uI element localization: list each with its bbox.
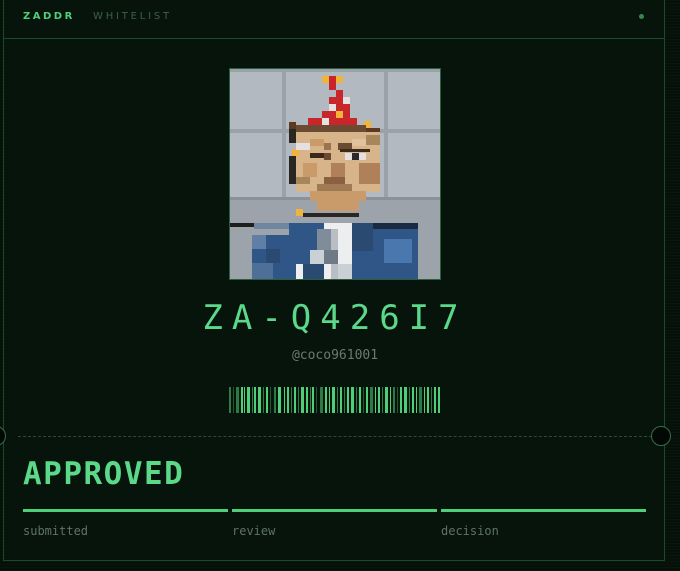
decision-status: APPROVED <box>23 456 185 492</box>
perforation-divider <box>18 436 652 437</box>
ticket-id: ZA-Q426I7 <box>202 298 468 338</box>
progress-segment-submitted <box>23 509 228 512</box>
brand-logo[interactable]: ZADDR <box>23 11 75 22</box>
tab-whitelist[interactable]: WHITELIST <box>93 11 172 22</box>
user-handle[interactable]: @coco961001 <box>4 348 666 363</box>
pixel-avatar-icon <box>230 69 440 279</box>
step-label-review: review <box>232 524 276 538</box>
avatar <box>229 68 441 280</box>
step-label-decision: decision <box>441 524 499 538</box>
header-bar: ZADDR WHITELIST <box>4 0 664 39</box>
ticket-notch-right <box>651 426 671 446</box>
step-label-submitted: submitted <box>23 524 89 538</box>
whitelist-ticket-card: ZADDR WHITELIST ZA-Q426I7 @coco961001 AP… <box>3 0 665 561</box>
status-dot-icon <box>639 14 644 19</box>
progress-segment-review <box>232 509 437 512</box>
progress-segment-decision <box>441 509 646 512</box>
barcode-icon <box>229 387 440 413</box>
